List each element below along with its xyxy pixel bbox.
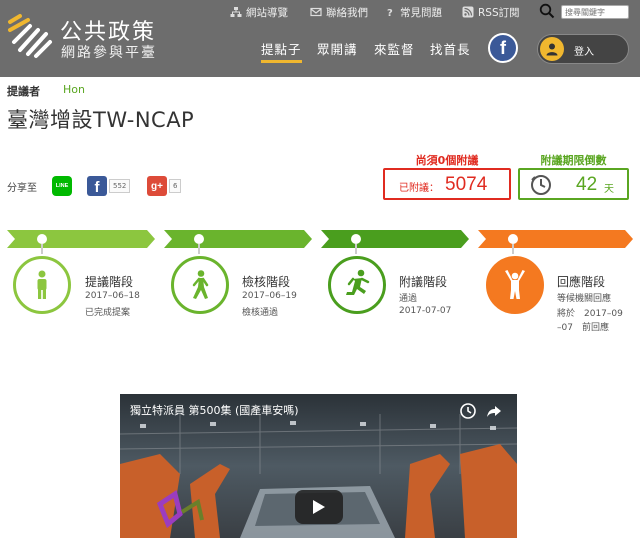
svg-text:?: ? bbox=[387, 8, 393, 18]
cheering-person-icon bbox=[505, 270, 525, 299]
stage-review-status: 檢核通過 bbox=[242, 308, 279, 318]
stage-propose-name: 提議階段 bbox=[85, 275, 134, 289]
facebook-icon: f bbox=[94, 179, 100, 196]
gplus-share-count: 6 bbox=[169, 179, 182, 193]
sitemap-icon bbox=[230, 7, 242, 17]
watch-later-icon[interactable] bbox=[460, 403, 476, 419]
facebook-icon: f bbox=[500, 37, 506, 58]
standing-person-icon bbox=[37, 270, 47, 299]
seconded-label: 已附議： bbox=[399, 183, 439, 194]
user-icon bbox=[546, 43, 558, 56]
stage-connector bbox=[355, 244, 357, 254]
question-icon: ? bbox=[387, 8, 393, 18]
stage-connector bbox=[198, 244, 200, 254]
share-gplus-button[interactable]: g+ bbox=[147, 176, 167, 196]
facebook-button[interactable]: f bbox=[488, 33, 518, 63]
search-icon[interactable] bbox=[539, 3, 555, 19]
rss-icon bbox=[462, 6, 474, 18]
proposer-label: 提議者 bbox=[7, 85, 40, 98]
site-subtitle: 網路參與平臺 bbox=[61, 45, 157, 61]
share-label: 分享至 bbox=[7, 183, 37, 194]
stage-second-date: 2017-07-07 bbox=[399, 306, 452, 316]
stage-review-date: 2017–06–19 bbox=[242, 291, 297, 301]
video-play-button[interactable] bbox=[295, 490, 343, 524]
stage-review-name: 檢核階段 bbox=[242, 275, 291, 289]
share-arrow-icon[interactable] bbox=[486, 403, 502, 419]
util-link-sitemap[interactable]: 網站導覽 bbox=[230, 4, 288, 20]
seconded-counter: 已附議： 5074 bbox=[383, 168, 511, 200]
nav-discuss[interactable]: 眾開講 bbox=[317, 39, 358, 58]
search-input[interactable] bbox=[561, 5, 629, 19]
days-remaining: 42 bbox=[576, 174, 598, 195]
util-link-label: RSS訂閱 bbox=[478, 6, 520, 19]
util-link-label: 常見問題 bbox=[400, 6, 442, 19]
share-line-button[interactable]: LINE bbox=[52, 176, 72, 196]
stage-bar-review bbox=[164, 230, 312, 248]
facebook-share-count: 552 bbox=[109, 179, 131, 193]
stage-response-name: 回應階段 bbox=[557, 275, 606, 289]
util-link-faq[interactable]: ? 常見問題 bbox=[384, 4, 442, 20]
stage-bar-propose bbox=[7, 230, 155, 248]
proposer-name[interactable]: Hon bbox=[63, 83, 85, 96]
nav-find-chief[interactable]: 找首長 bbox=[430, 39, 471, 58]
stage-second-badge bbox=[328, 256, 386, 314]
running-person-icon bbox=[346, 269, 370, 295]
walking-person-icon bbox=[192, 270, 209, 299]
util-link-label: 網站導覽 bbox=[246, 6, 288, 19]
stage-bar-second bbox=[321, 230, 469, 248]
nav-supervise[interactable]: 來監督 bbox=[374, 39, 415, 58]
share-facebook-button[interactable]: f bbox=[87, 176, 107, 196]
stage-connector bbox=[512, 244, 514, 254]
gplus-icon: g+ bbox=[151, 180, 163, 192]
util-link-contact[interactable]: 聯絡我們 bbox=[310, 4, 368, 20]
util-link-rss[interactable]: RSS訂閱 bbox=[462, 4, 520, 20]
stage-response-deadline-end: –07 前回應 bbox=[557, 323, 609, 333]
stage-review-badge bbox=[171, 256, 229, 314]
play-icon bbox=[313, 500, 325, 514]
stage-response-badge bbox=[486, 256, 544, 314]
stage-marker bbox=[37, 234, 47, 244]
site-header: 公共政策 網路參與平臺 網站導覽 聯絡我們 ? 常見問題 RSS訂閱 提點子 眾… bbox=[0, 0, 640, 77]
nav-propose[interactable]: 提點子 bbox=[261, 39, 302, 63]
video-title[interactable]: 獨立特派員 第500集 (國產車安嗎) bbox=[130, 402, 299, 418]
stage-propose-badge bbox=[13, 256, 71, 314]
stage-second-status: 通過 bbox=[399, 294, 418, 304]
video-player[interactable]: 獨立特派員 第500集 (國產車安嗎) bbox=[120, 394, 517, 538]
line-icon: LINE bbox=[55, 183, 69, 189]
stage-connector bbox=[41, 244, 43, 254]
stage-second-name: 附議階段 bbox=[399, 275, 448, 289]
stage-propose-date: 2017–06–18 bbox=[85, 291, 140, 301]
deadline-counter: 42 天 bbox=[518, 168, 629, 200]
avatar bbox=[540, 37, 564, 61]
stage-marker bbox=[351, 234, 361, 244]
stage-propose-status: 已完成提案 bbox=[85, 308, 131, 318]
stage-response-status: 等候機關回應 bbox=[557, 294, 612, 304]
deadline-label: 附議期限倒數 bbox=[540, 154, 607, 167]
seconded-count: 5074 bbox=[445, 174, 488, 195]
login-button[interactable]: 登入 bbox=[537, 34, 629, 64]
page-title: 臺灣增設TW-NCAP bbox=[7, 108, 195, 132]
stage-bar-response bbox=[478, 230, 633, 248]
mail-icon bbox=[310, 7, 322, 17]
clock-icon bbox=[531, 175, 551, 195]
login-label: 登入 bbox=[574, 47, 594, 58]
stage-response-deadline: 將於 2017–09 bbox=[557, 309, 623, 319]
util-link-label: 聯絡我們 bbox=[326, 6, 368, 19]
days-unit: 天 bbox=[604, 184, 614, 195]
stage-marker bbox=[508, 234, 518, 244]
needed-seconds-label: 尚須0個附議 bbox=[415, 154, 479, 167]
stage-marker bbox=[194, 234, 204, 244]
site-logo[interactable] bbox=[6, 12, 54, 60]
